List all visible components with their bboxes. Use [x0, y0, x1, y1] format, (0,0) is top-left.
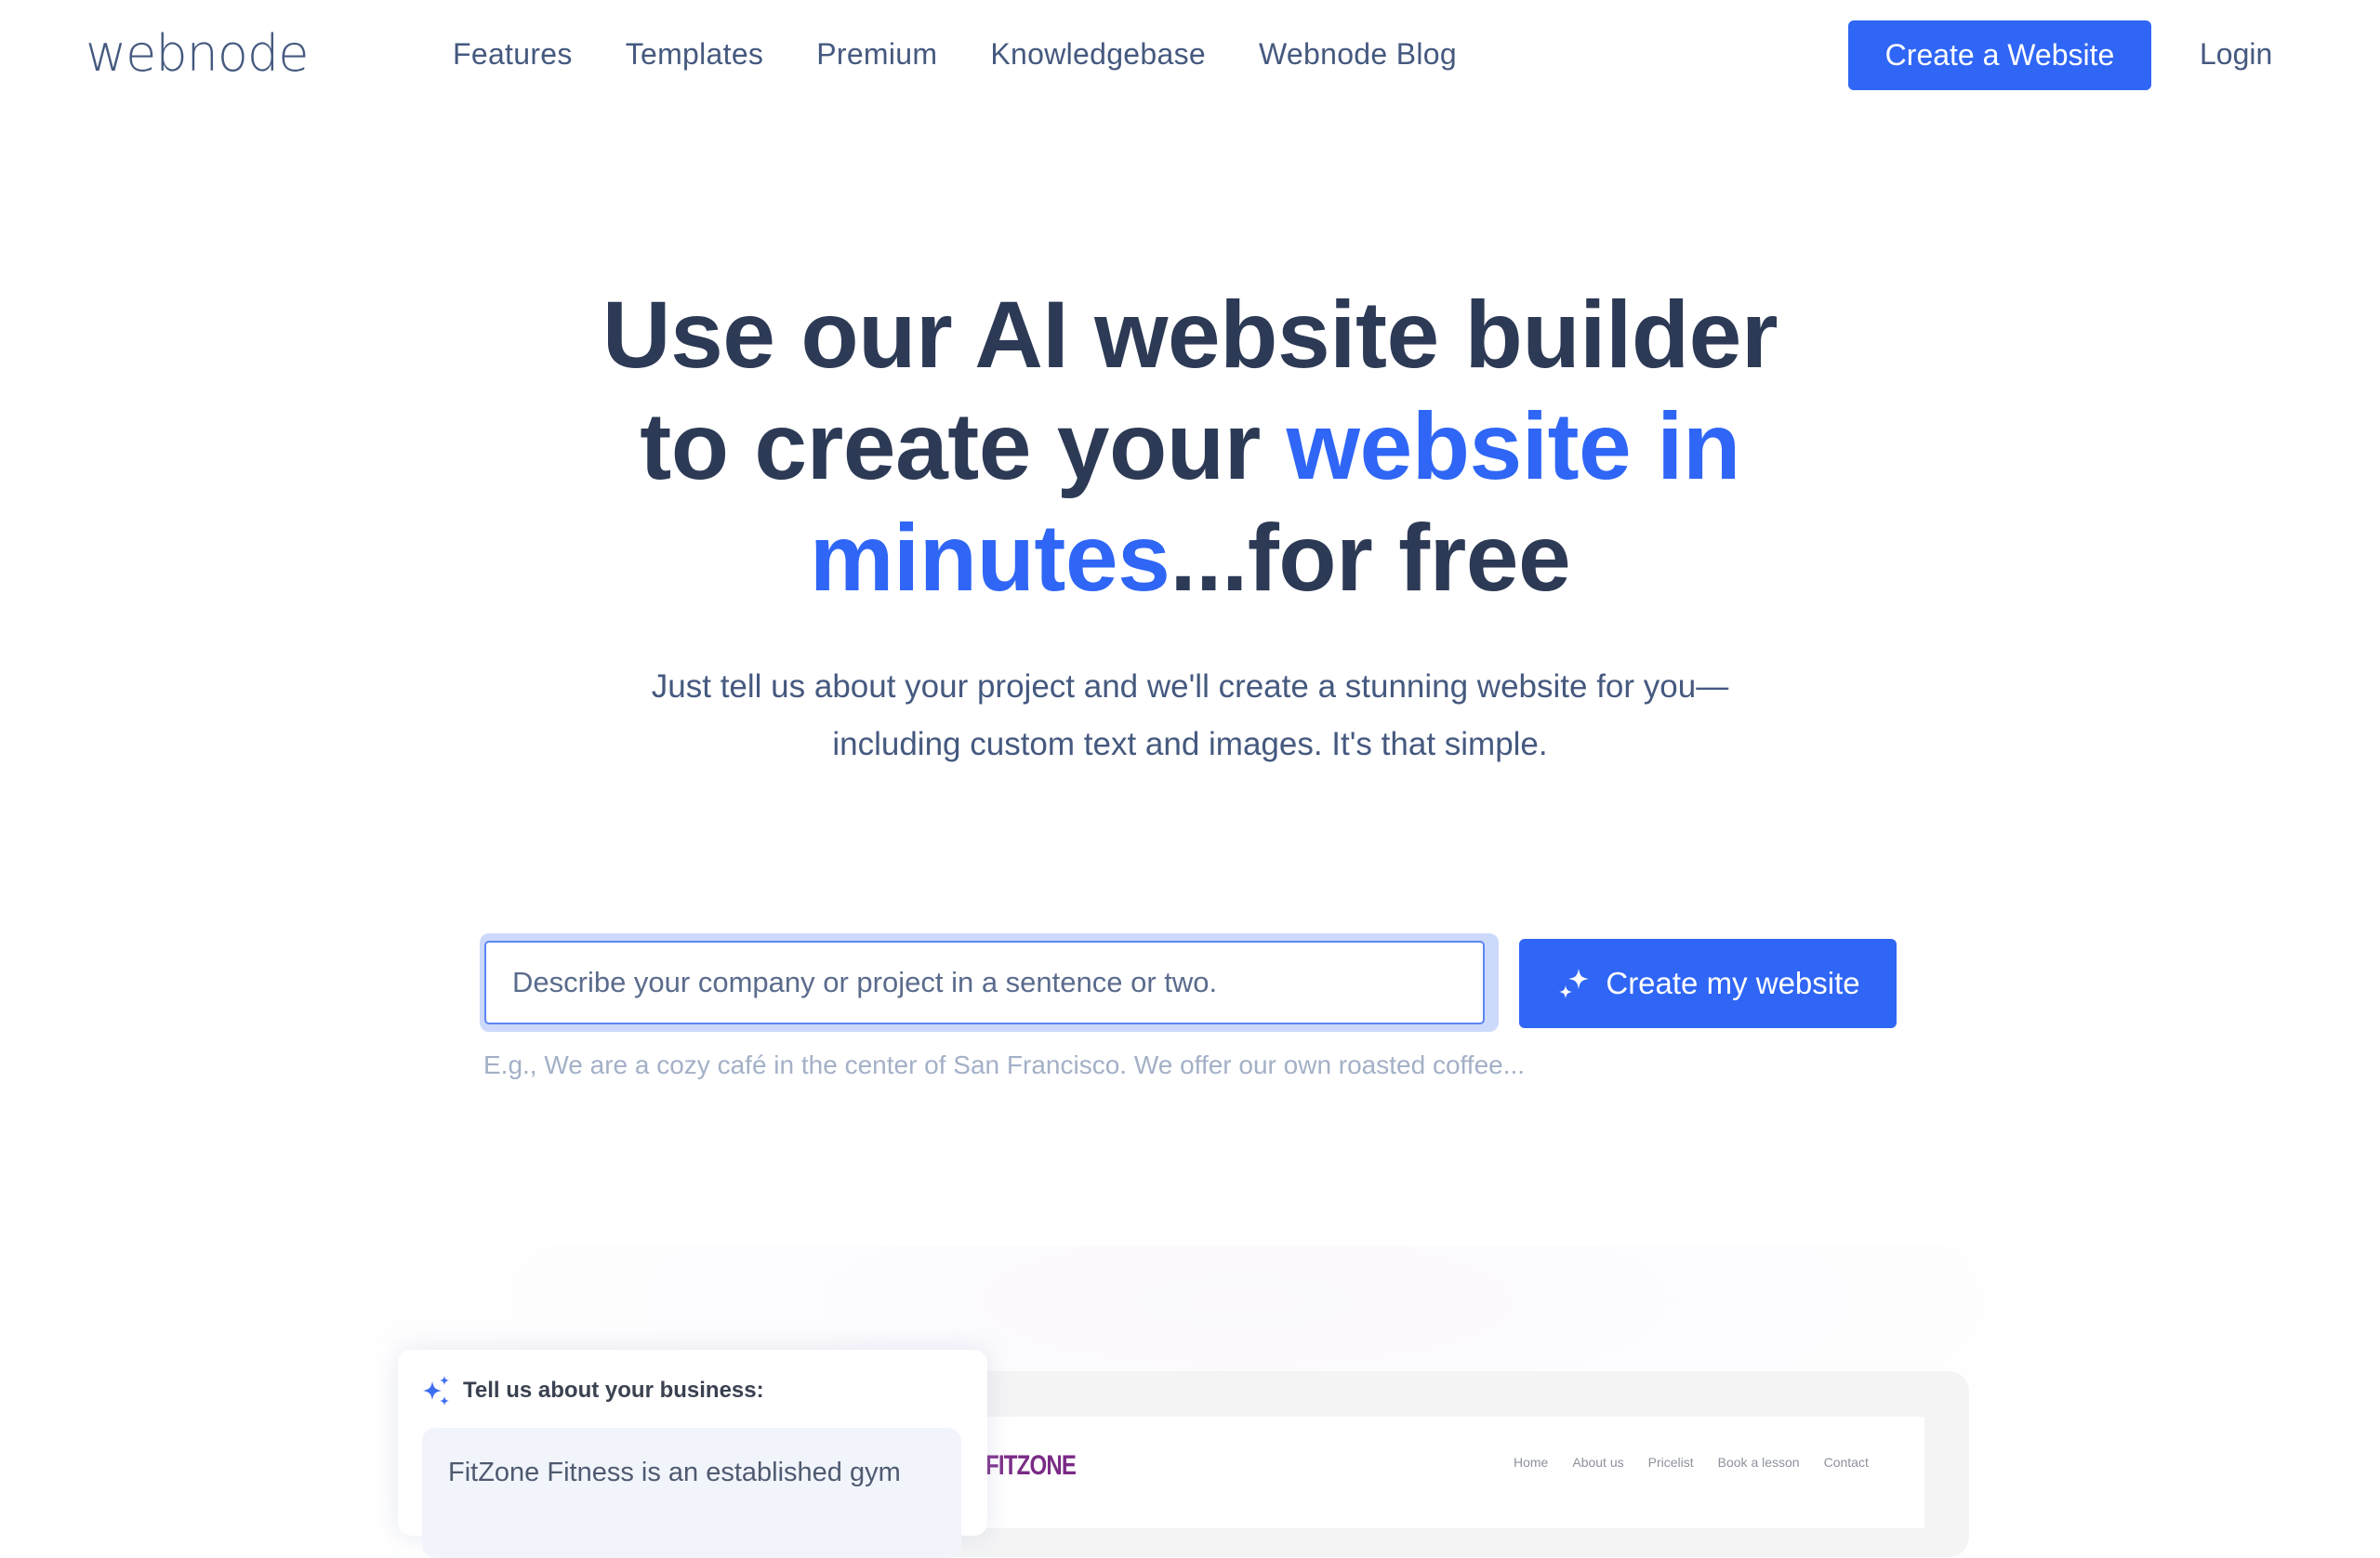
nav-premium[interactable]: Premium	[816, 37, 937, 72]
preview-nav-item: About us	[1572, 1455, 1624, 1470]
create-website-button[interactable]: Create a Website	[1848, 20, 2151, 90]
main-nav: Features Templates Premium Knowledgebase…	[453, 37, 1457, 72]
nav-templates[interactable]: Templates	[626, 37, 764, 72]
preview-nav-item: Book a lesson	[1717, 1455, 1800, 1470]
project-description-input[interactable]	[484, 941, 1485, 1024]
chat-card-message-text: FitZone Fitness is an established gym	[448, 1458, 901, 1487]
create-my-website-label: Create my website	[1606, 966, 1860, 1000]
hero-subtitle: Just tell us about your project and we'l…	[651, 668, 1729, 762]
chat-card-message: FitZone Fitness is an established gym	[422, 1428, 961, 1558]
sparkles-icon	[1559, 969, 1590, 998]
webnode-logo[interactable]: webnode	[86, 24, 309, 83]
login-link[interactable]: Login	[2200, 37, 2272, 72]
hero-title: Use our AI website builder to create you…	[0, 279, 2380, 614]
sparkles-icon	[423, 1376, 449, 1406]
site-header: webnode Features Templates Premium Knowl…	[0, 0, 2380, 113]
preview-site-nav: Home About us Pricelist Book a lesson Co…	[1514, 1455, 1869, 1470]
create-my-website-button[interactable]: Create my website	[1519, 939, 1897, 1028]
preview-nav-item: Pricelist	[1647, 1455, 1694, 1470]
nav-knowledgebase[interactable]: Knowledgebase	[990, 37, 1206, 72]
chat-card-title-text: Tell us about your business:	[463, 1378, 764, 1403]
hero-title-part2: ...for free	[1170, 505, 1571, 611]
preview-site-logo: FITZONE	[985, 1450, 1077, 1481]
preview-site-page	[958, 1417, 1924, 1528]
chat-card-title: Tell us about your business:	[420, 1374, 764, 1407]
input-example-hint: E.g., We are a cozy café in the center o…	[483, 1050, 1526, 1079]
preview-nav-item: Contact	[1823, 1455, 1869, 1470]
preview-chat-card: Tell us about your business: FitZone Fit…	[398, 1350, 987, 1558]
description-input-focus-ring	[480, 933, 1499, 1032]
preview-nav-item: Home	[1514, 1455, 1549, 1470]
nav-blog[interactable]: Webnode Blog	[1259, 37, 1457, 72]
nav-features[interactable]: Features	[453, 37, 573, 72]
